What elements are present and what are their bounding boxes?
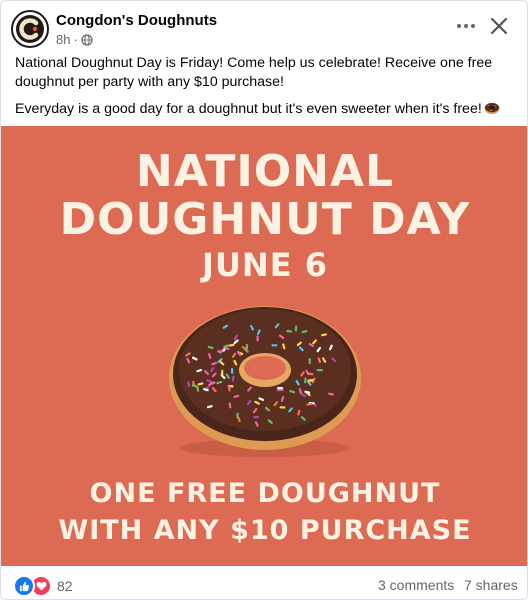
more-options-button[interactable] [453,15,479,37]
image-offer-line-2: WITH ANY $10 PURCHASE [58,515,472,546]
sprinkle [230,367,234,374]
page-avatar[interactable] [11,10,49,48]
post-header: Congdon's Doughnuts 8h · [1,1,527,55]
doughnut-emoji-icon [484,101,500,121]
more-dot [471,24,475,28]
more-horizontal-icon [457,24,461,28]
post-image[interactable]: NATIONAL DOUGHNUT DAY JUNE 6 ONE FREE DO… [1,126,527,566]
post-text: National Doughnut Day is Friday! Come he… [15,54,515,129]
image-date: JUNE 6 [202,246,328,284]
comments-count-link[interactable]: 3 comments [378,577,454,593]
sprinkle [277,386,284,390]
reactions-summary[interactable]: 82 [13,575,73,597]
post-time[interactable]: 8h [56,32,70,47]
post-text-paragraph-2: Everyday is a good day for a doughnut bu… [15,100,515,121]
reaction-count: 82 [57,578,73,594]
sprinkle [256,335,259,342]
close-button[interactable] [487,14,511,38]
sprinkle [279,406,286,409]
close-icon [491,18,507,34]
facebook-post: Congdon's Doughnuts 8h · National Doughn… [0,0,528,600]
page-name-link[interactable]: Congdon's Doughnuts [56,12,217,29]
sprinkle [294,325,298,332]
image-title-line-1: NATIONAL [135,146,395,197]
congdons-logo-icon [16,15,44,43]
more-dot [464,24,468,28]
sprinkle [308,358,311,365]
sprinkle [316,369,323,372]
meta-separator: · [73,32,78,47]
sprinkle [236,412,239,419]
sprinkle [216,350,223,353]
shares-count-link[interactable]: 7 shares [464,577,518,593]
like-icon [13,575,35,597]
image-title-line-2: DOUGHNUT DAY [59,194,471,245]
post-text-paragraph-2-text: Everyday is a good day for a doughnut bu… [15,101,482,117]
post-meta: 8h · [56,32,93,47]
post-footer: 82 3 comments 7 shares [1,566,527,599]
post-text-paragraph-1: National Doughnut Day is Friday! Come he… [15,55,493,90]
sprinkle [271,344,278,347]
globe-icon [81,33,93,46]
image-offer-line-1: ONE FREE DOUGHNUT [89,478,441,509]
doughnut-illustration-icon [169,306,361,457]
